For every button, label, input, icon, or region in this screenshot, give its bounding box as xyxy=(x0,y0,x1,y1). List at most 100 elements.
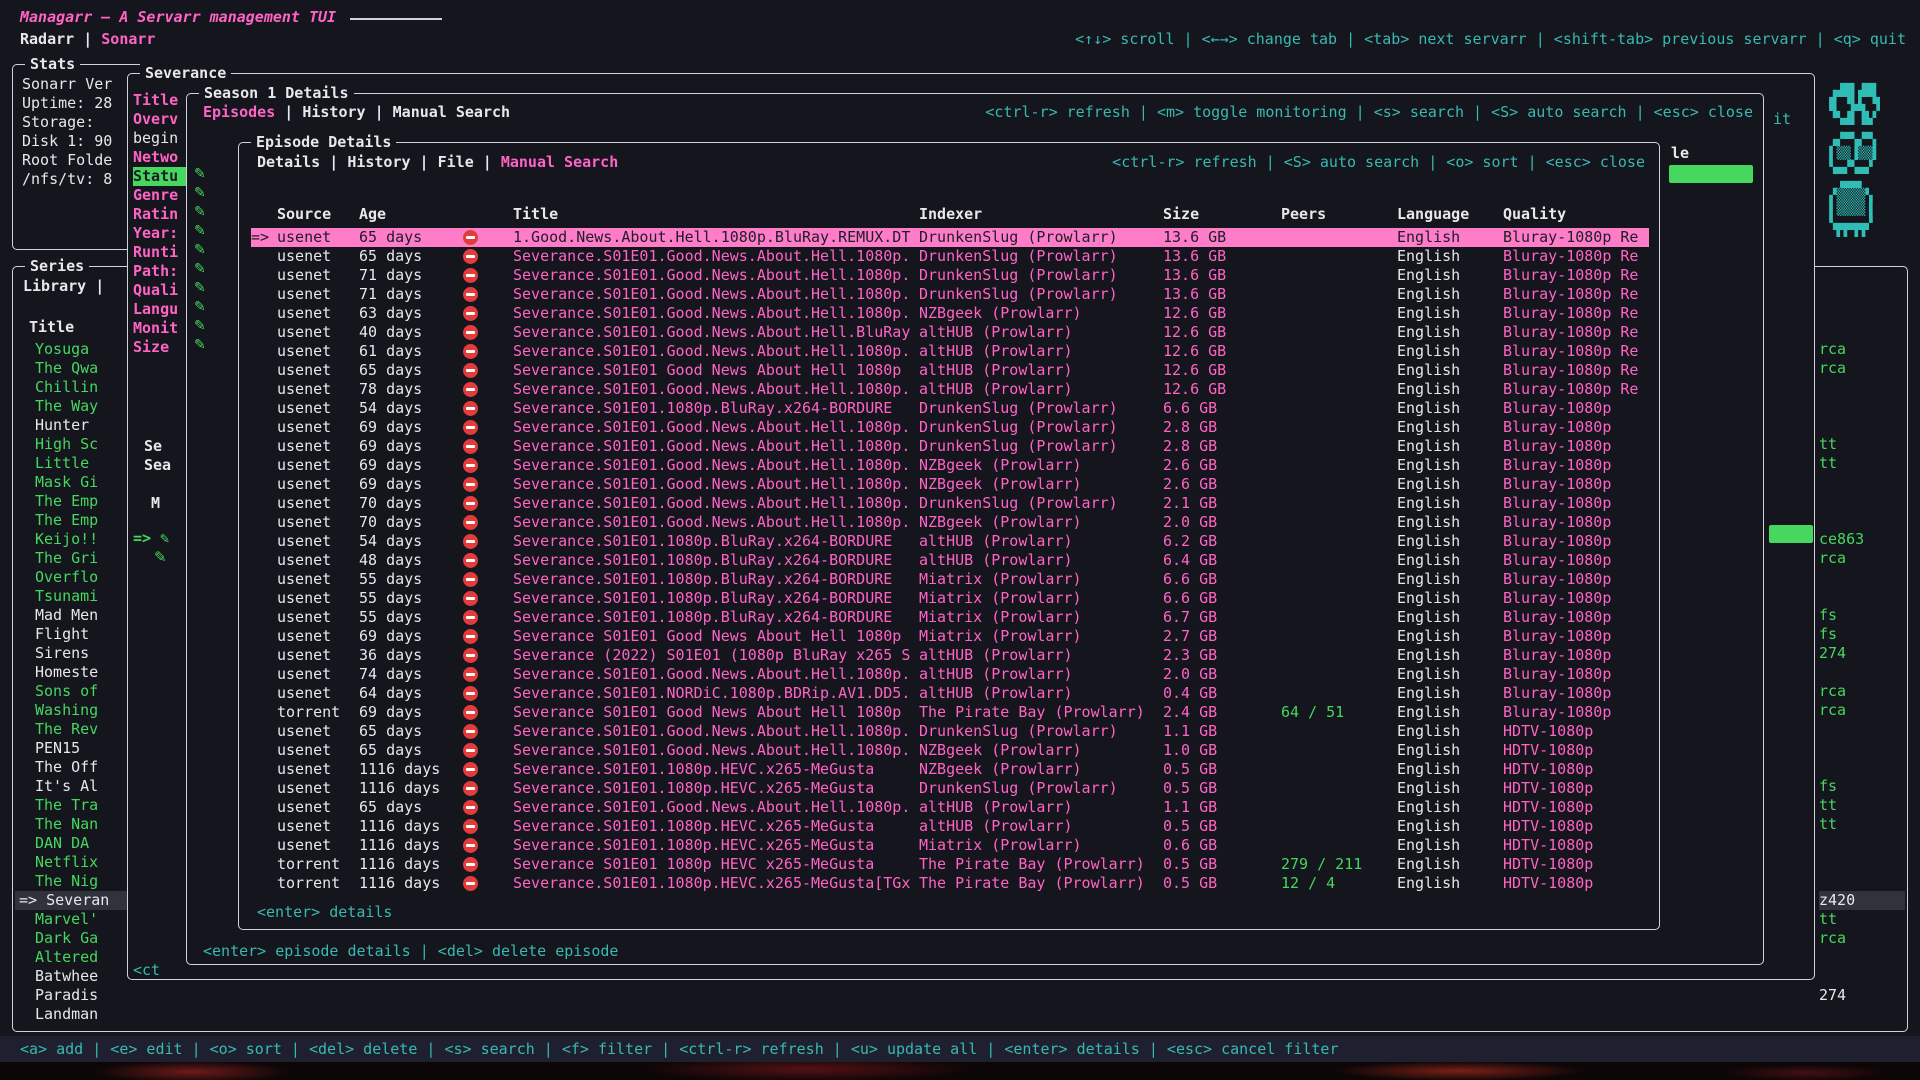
library-item[interactable]: High Sc xyxy=(15,435,128,454)
cell-icon xyxy=(461,228,513,247)
library-item[interactable]: PEN15 xyxy=(15,739,128,758)
release-row[interactable]: usenet74 daysSeverance.S01E01.Good.News.… xyxy=(251,665,1649,684)
cell-icon xyxy=(461,399,513,418)
release-row[interactable]: usenet55 daysSeverance.S01E01.1080p.BluR… xyxy=(251,570,1649,589)
series-field-selected[interactable]: Statu xyxy=(133,167,191,186)
library-item[interactable]: Altered xyxy=(15,948,128,967)
release-row[interactable]: usenet65 daysSeverance.S01E01.Good.News.… xyxy=(251,798,1649,817)
library-item[interactable]: The Nig xyxy=(15,872,128,891)
cell-title: Severance.S01E01 Good News About Hell 10… xyxy=(513,361,919,380)
library-item[interactable]: Flight xyxy=(15,625,128,644)
cell-age: 54 days xyxy=(359,532,461,551)
season-help: <enter> episode details | <del> delete e… xyxy=(203,942,618,960)
library-item[interactable]: Paradis xyxy=(15,986,128,1005)
cell-size: 0.6 GB xyxy=(1163,836,1281,855)
cell-source: usenet xyxy=(277,437,359,456)
release-row[interactable]: usenet65 daysSeverance.S01E01.Good.News.… xyxy=(251,741,1649,760)
library-item[interactable]: The Emp xyxy=(15,492,128,511)
release-row[interactable]: usenet1116 daysSeverance.S01E01.1080p.HE… xyxy=(251,836,1649,855)
episode-tab-manual-search[interactable]: Manual Search xyxy=(501,153,618,171)
library-item[interactable]: DAN DA xyxy=(15,834,128,853)
release-row[interactable]: usenet65 daysSeverance.S01E01.Good.News.… xyxy=(251,247,1649,266)
release-row[interactable]: usenet65 daysSeverance.S01E01.Good.News.… xyxy=(251,722,1649,741)
cell-age: 65 days xyxy=(359,741,461,760)
release-row[interactable]: usenet69 daysSeverance.S01E01.Good.News.… xyxy=(251,418,1649,437)
library-item[interactable]: The Rev xyxy=(15,720,128,739)
cell-title: Severance.S01E01.Good.News.About.Hell.10… xyxy=(513,380,919,399)
library-item[interactable]: The Tra xyxy=(15,796,128,815)
library-item[interactable]: Sirens xyxy=(15,644,128,663)
release-row[interactable]: usenet69 daysSeverance.S01E01.Good.News.… xyxy=(251,456,1649,475)
library-item[interactable]: Tsunami xyxy=(15,587,128,606)
season-tab-manual-search[interactable]: Manual Search xyxy=(393,103,510,121)
release-row[interactable]: usenet40 daysSeverance.S01E01.Good.News.… xyxy=(251,323,1649,342)
library-item[interactable]: Sons of xyxy=(15,682,128,701)
release-row[interactable]: usenet71 daysSeverance.S01E01.Good.News.… xyxy=(251,266,1649,285)
release-row[interactable]: usenet70 daysSeverance.S01E01.Good.News.… xyxy=(251,494,1649,513)
season-tab-history[interactable]: History xyxy=(302,103,365,121)
cell-source: usenet xyxy=(277,342,359,361)
release-row[interactable]: usenet65 daysSeverance.S01E01 Good News … xyxy=(251,361,1649,380)
library-item[interactable]: Batwhee xyxy=(15,967,128,986)
release-row[interactable]: usenet55 daysSeverance.S01E01.1080p.BluR… xyxy=(251,589,1649,608)
library-item[interactable]: Hunter xyxy=(15,416,128,435)
library-item[interactable]: The Nan xyxy=(15,815,128,834)
release-row[interactable]: torrent69 daysSeverance S01E01 Good News… xyxy=(251,703,1649,722)
library-item-selected[interactable]: => Severan xyxy=(15,891,128,910)
cell-size: 2.7 GB xyxy=(1163,627,1281,646)
release-row[interactable]: torrent1116 daysSeverance S01E01 1080p H… xyxy=(251,855,1649,874)
library-item[interactable]: Mad Men xyxy=(15,606,128,625)
release-row[interactable]: usenet55 daysSeverance.S01E01.1080p.BluR… xyxy=(251,608,1649,627)
release-row[interactable]: usenet54 daysSeverance.S01E01.1080p.BluR… xyxy=(251,532,1649,551)
season-tab-episodes[interactable]: Episodes xyxy=(203,103,275,121)
episode-tab-history[interactable]: History xyxy=(347,153,410,171)
cell-source: usenet xyxy=(277,266,359,285)
release-row[interactable]: usenet69 daysSeverance S01E01 Good News … xyxy=(251,627,1649,646)
release-row[interactable]: usenet1116 daysSeverance.S01E01.1080p.HE… xyxy=(251,779,1649,798)
library-item[interactable]: The Emp xyxy=(15,511,128,530)
library-item[interactable]: It's Al xyxy=(15,777,128,796)
library-item[interactable]: The Off xyxy=(15,758,128,777)
library-item[interactable]: Mask Gi xyxy=(15,473,128,492)
release-row[interactable]: usenet54 daysSeverance.S01E01.1080p.BluR… xyxy=(251,399,1649,418)
library-item[interactable]: Yosuga xyxy=(15,340,128,359)
library-item[interactable]: Little xyxy=(15,454,128,473)
library-item[interactable]: The Gri xyxy=(15,549,128,568)
release-row[interactable]: torrent1116 daysSeverance.S01E01.1080p.H… xyxy=(251,874,1649,893)
release-row[interactable]: usenet48 daysSeverance.S01E01.1080p.BluR… xyxy=(251,551,1649,570)
release-row[interactable]: usenet61 daysSeverance.S01E01.Good.News.… xyxy=(251,342,1649,361)
series-field: Title xyxy=(133,91,191,110)
library-item[interactable]: Dark Ga xyxy=(15,929,128,948)
library-item[interactable]: Overflo xyxy=(15,568,128,587)
servarr-tabs: Radarr | Sonarr xyxy=(20,30,155,48)
selected-season-fragment[interactable]: => ✎ xyxy=(133,529,169,548)
release-row[interactable]: usenet69 daysSeverance.S01E01.Good.News.… xyxy=(251,437,1649,456)
release-row[interactable]: usenet78 daysSeverance.S01E01.Good.News.… xyxy=(251,380,1649,399)
servarr-tab-sonarr[interactable]: Sonarr xyxy=(101,30,155,48)
library-item[interactable]: Chillin xyxy=(15,378,128,397)
release-row-selected[interactable]: =>usenet65 days1.Good.News.About.Hell.10… xyxy=(251,228,1649,247)
library-item[interactable]: Netflix xyxy=(15,853,128,872)
cell-language: English xyxy=(1397,551,1503,570)
episode-tab-file[interactable]: File xyxy=(438,153,474,171)
library-item[interactable]: Homeste xyxy=(15,663,128,682)
episode-tab-details[interactable]: Details xyxy=(257,153,320,171)
release-row[interactable]: usenet1116 daysSeverance.S01E01.1080p.HE… xyxy=(251,817,1649,836)
servarr-tab-radarr[interactable]: Radarr xyxy=(20,30,74,48)
release-row[interactable]: usenet70 daysSeverance.S01E01.Good.News.… xyxy=(251,513,1649,532)
cell-title: Severance S01E01 Good News About Hell 10… xyxy=(513,703,919,722)
library-item[interactable]: The Way xyxy=(15,397,128,416)
library-item[interactable]: Washing xyxy=(15,701,128,720)
release-row[interactable]: usenet63 daysSeverance.S01E01.Good.News.… xyxy=(251,304,1649,323)
library-item[interactable]: Marvel' xyxy=(15,910,128,929)
release-row[interactable]: usenet69 daysSeverance.S01E01.Good.News.… xyxy=(251,475,1649,494)
tab-library[interactable]: Library | xyxy=(23,277,104,295)
release-row[interactable]: usenet1116 daysSeverance.S01E01.1080p.HE… xyxy=(251,760,1649,779)
library-item[interactable]: Landman xyxy=(15,1005,128,1024)
release-row[interactable]: usenet36 daysSeverance (2022) S01E01 (10… xyxy=(251,646,1649,665)
library-item[interactable]: Keijo!! xyxy=(15,530,128,549)
release-row[interactable]: usenet71 daysSeverance.S01E01.Good.News.… xyxy=(251,285,1649,304)
cell-peers xyxy=(1281,665,1397,684)
library-item[interactable]: The Qwa xyxy=(15,359,128,378)
release-row[interactable]: usenet64 daysSeverance.S01E01.NORDiC.108… xyxy=(251,684,1649,703)
